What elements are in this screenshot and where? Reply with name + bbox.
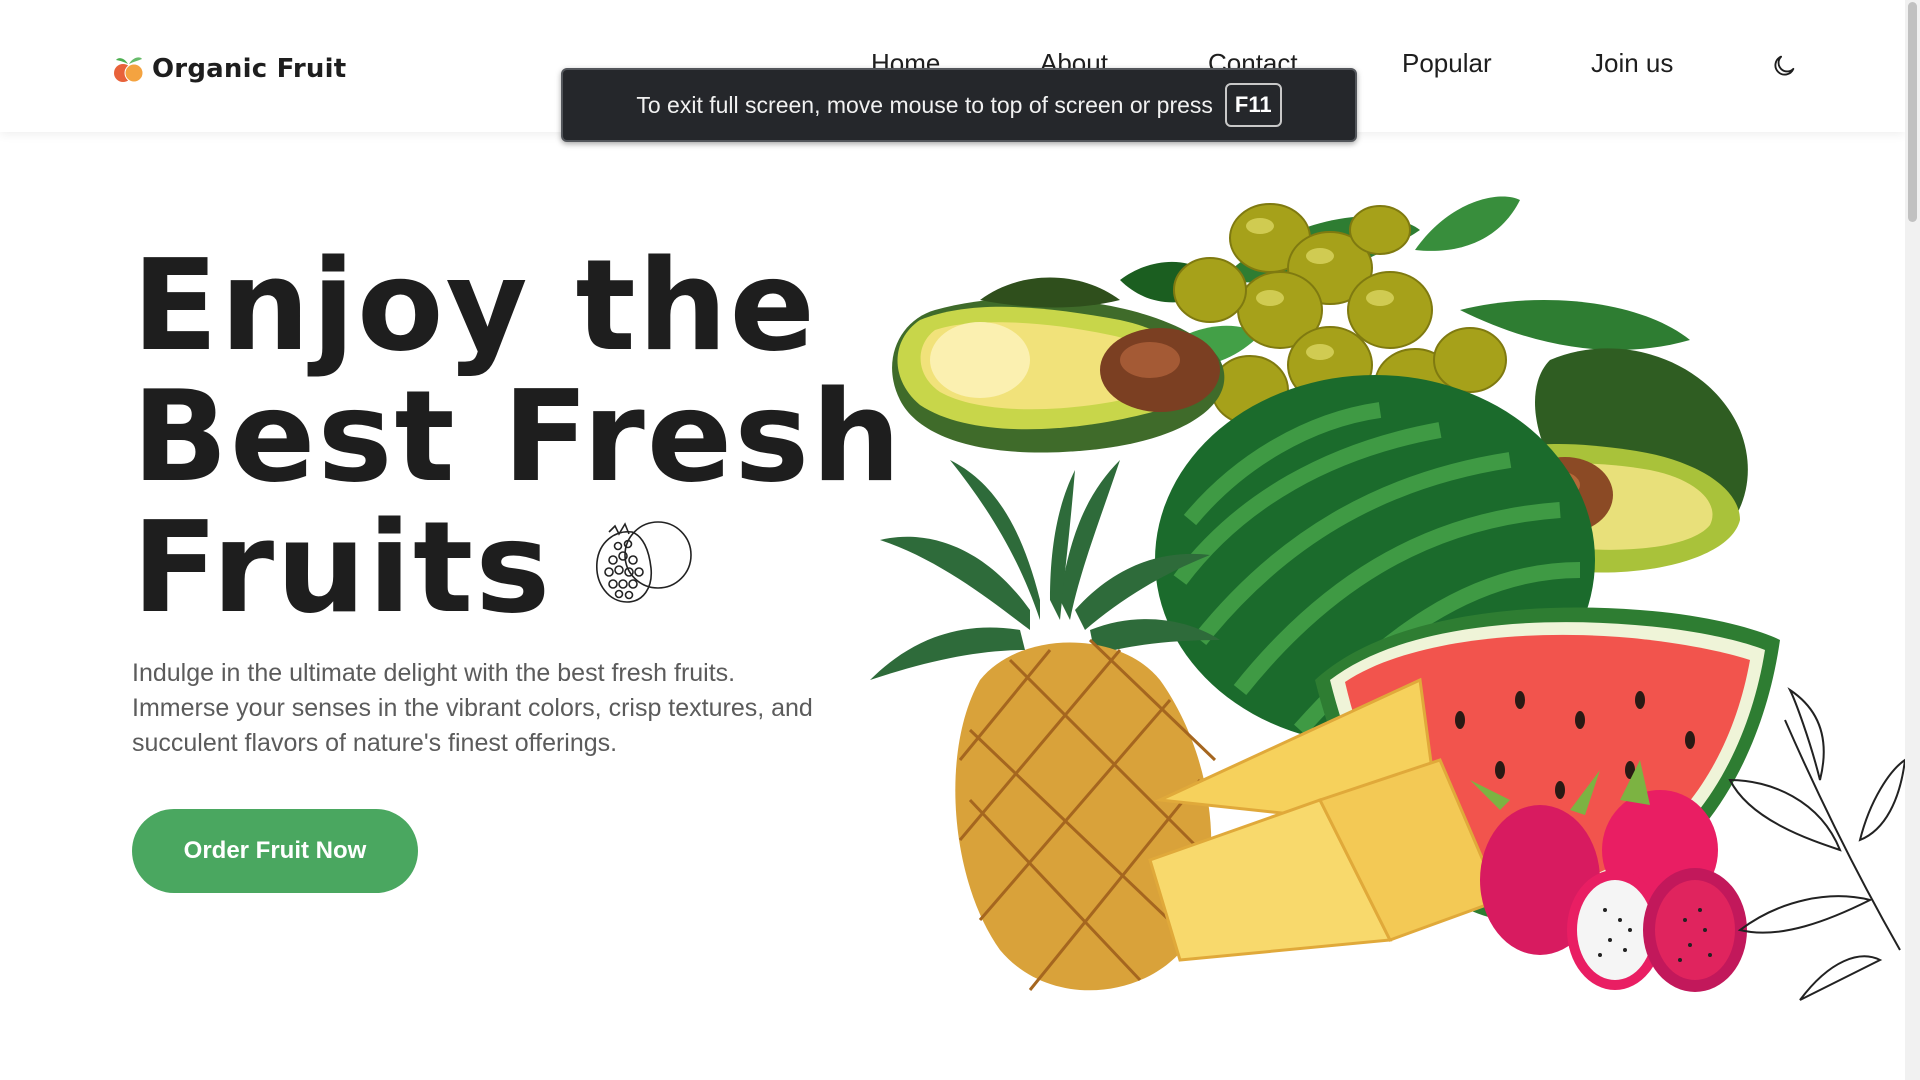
fruit-collage-image (870, 196, 1905, 1001)
fruit-logo-icon (114, 57, 144, 83)
hero-description: Indulge in the ultimate delight with the… (132, 659, 813, 757)
moon-icon (1774, 55, 1795, 76)
page-scrollbar[interactable] (1905, 0, 1920, 1080)
hero-title: Enjoy the Best Fresh Fruits (132, 232, 903, 641)
pomegranate-sketch-icon (596, 521, 692, 603)
f11-key-badge: F11 (1224, 83, 1282, 127)
fullscreen-notice: To exit full screen, move mouse to top o… (561, 68, 1357, 142)
hero-title-line-3: Fruits (132, 494, 553, 641)
fullscreen-notice-text: To exit full screen, move mouse to top o… (636, 91, 1213, 118)
page: Organic Fruit Home About Contact Popular… (0, 0, 1920, 1080)
theme-toggle-button[interactable] (1770, 52, 1798, 80)
order-fruit-button[interactable]: Order Fruit Now (132, 809, 418, 893)
brand-logo[interactable]: Organic Fruit (112, 50, 346, 88)
nav-join-us[interactable]: Join us (1591, 48, 1673, 79)
avocado-half-left-icon (892, 277, 1225, 453)
nav-popular[interactable]: Popular (1402, 48, 1492, 79)
scrollbar-thumb[interactable] (1908, 2, 1917, 222)
hero-title-line-2: Best Fresh (132, 363, 903, 510)
leaf-sketch-icon (1728, 687, 1905, 1001)
brand-name: Organic Fruit (152, 54, 347, 84)
hero-title-line-1: Enjoy the (132, 232, 817, 379)
